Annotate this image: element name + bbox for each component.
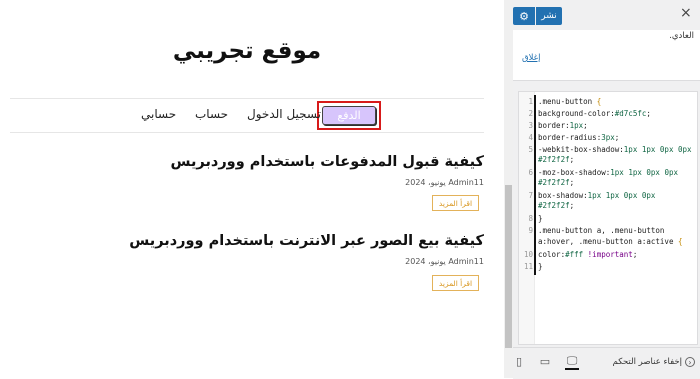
read-more-button[interactable]: اقرأ المزيد <box>432 275 479 291</box>
code-line[interactable]: border:1px; <box>538 121 588 130</box>
line-number: 6 <box>528 168 533 177</box>
code-line[interactable]: -moz-box-shadow:1px 1px 0px 0px <box>538 168 678 177</box>
code-line[interactable]: background-color:#d7c5fc; <box>538 109 651 118</box>
site-title[interactable]: موقع تجريبي <box>0 38 494 64</box>
code-line-continuation[interactable]: #2f2f2f; <box>538 155 574 164</box>
close-icon[interactable]: × <box>680 6 692 20</box>
line-number: 5 <box>528 145 533 154</box>
hide-controls-label[interactable]: إخفاء عناصر التحكم <box>613 357 682 367</box>
menu-top-divider <box>10 98 484 99</box>
line-number: 2 <box>528 109 533 118</box>
menu-button-highlight: الدفع <box>317 101 381 130</box>
hide-controls-icon[interactable]: › <box>685 357 695 367</box>
publish-button[interactable]: نشر <box>536 7 562 25</box>
code-line-continuation[interactable]: #2f2f2f; <box>538 178 574 187</box>
post-title[interactable]: كيفية قبول المدفوعات باستخدام ووردبريس <box>170 154 484 170</box>
code-line-continuation[interactable]: #2f2f2f; <box>538 201 574 210</box>
checkout-menu-button[interactable]: الدفع <box>322 106 376 125</box>
code-line[interactable]: .menu-button a, .menu-button <box>538 226 664 235</box>
checkout-menu-label: الدفع <box>337 109 361 122</box>
code-line[interactable]: -webkit-box-shadow:1px 1px 0px 0px <box>538 145 692 154</box>
code-line[interactable]: box-shadow:1px 1px 0px 0px <box>538 191 655 200</box>
line-number: 7 <box>528 191 533 200</box>
preview-scrollbar-thumb[interactable] <box>505 185 512 348</box>
code-line[interactable]: .menu-button { <box>538 97 601 106</box>
code-line[interactable]: } <box>538 214 543 223</box>
read-more-button[interactable]: اقرأ المزيد <box>432 195 479 211</box>
active-line-marker <box>534 95 536 275</box>
notice-text: العادي. <box>669 31 694 41</box>
menu-item-login[interactable]: تسجيل الدخول <box>247 107 321 121</box>
line-number: 9 <box>528 226 533 235</box>
post-title[interactable]: كيفية بيع الصور عبر الانترنت باستخدام وو… <box>129 233 484 249</box>
line-number: 11 <box>523 262 533 271</box>
code-line[interactable]: color:#fff !important; <box>538 250 637 259</box>
line-number: 8 <box>528 214 533 223</box>
line-number: 10 <box>523 250 533 259</box>
tablet-icon[interactable]: ▭ <box>538 354 552 368</box>
publish-settings-button[interactable]: ⚙ <box>513 7 535 25</box>
desktop-icon[interactable]: 🖵 <box>565 354 579 370</box>
menu-item-my-account[interactable]: حسابي <box>141 107 176 121</box>
menu-item-account[interactable]: حساب <box>195 107 228 121</box>
code-line-continuation[interactable]: a:hover, .menu-button a:active { <box>538 237 683 246</box>
line-number: 1 <box>528 97 533 106</box>
code-line[interactable]: border-radius:3px; <box>538 133 619 142</box>
site-preview: موقع تجريبي الدفع تسجيل الدخول حساب حساب… <box>0 0 504 378</box>
code-line[interactable]: } <box>538 262 543 271</box>
notice-divider <box>513 80 700 81</box>
post-meta: Admin11 يونيو، 2024 <box>405 178 484 187</box>
css-code-editor[interactable]: 1 .menu-button { 2 background-color:#d7c… <box>518 91 698 345</box>
menu-bottom-divider <box>10 132 484 133</box>
line-number: 3 <box>528 121 533 130</box>
close-notice-link[interactable]: إغلاق <box>522 53 540 63</box>
line-number: 4 <box>528 133 533 142</box>
mobile-icon[interactable]: ▯ <box>512 354 526 368</box>
gear-icon: ⚙ <box>519 9 529 23</box>
post-meta: Admin11 يونيو، 2024 <box>405 257 484 266</box>
